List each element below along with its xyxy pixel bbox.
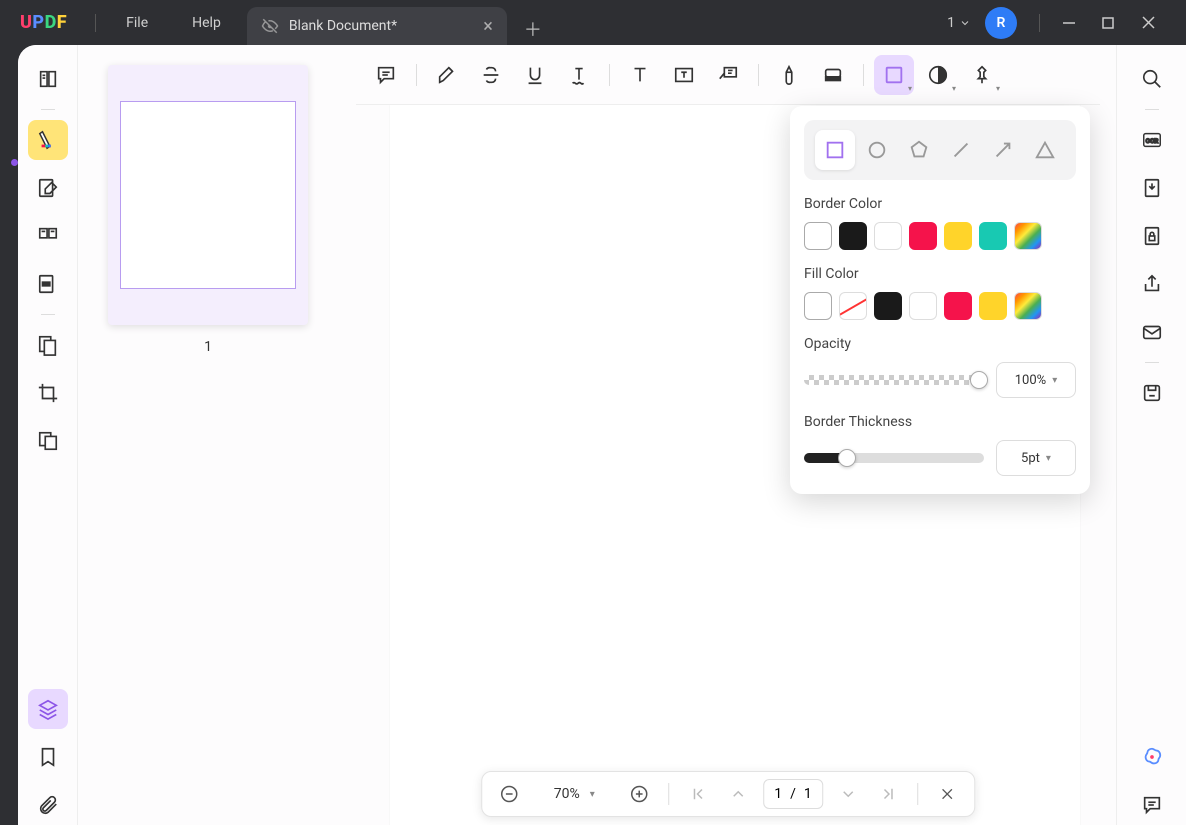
shape-arrow[interactable] — [983, 130, 1023, 170]
zoom-out-button[interactable] — [494, 779, 524, 809]
thickness-slider[interactable] — [804, 453, 984, 463]
eraser-tool[interactable] — [813, 55, 853, 95]
right-toolbar: OCR — [1116, 45, 1186, 825]
textbox-tool[interactable] — [664, 55, 704, 95]
fill-color-none[interactable] — [839, 292, 867, 320]
page-navigation-bar: 70%▾ 1 / 1 — [481, 771, 975, 817]
stamp-tool[interactable]: ▾ — [918, 55, 958, 95]
shape-rectangle[interactable] — [815, 130, 855, 170]
border-color-black[interactable] — [839, 222, 867, 250]
squiggly-tool[interactable] — [559, 55, 599, 95]
window-count[interactable]: 1 — [947, 15, 971, 31]
new-tab-button[interactable]: ＋ — [517, 13, 549, 45]
comment-mode-button[interactable] — [28, 120, 68, 160]
window-close-button[interactable] — [1142, 16, 1168, 29]
shape-tool[interactable]: ▾ — [874, 55, 914, 95]
save-button[interactable] — [1132, 373, 1172, 413]
menu-help[interactable]: Help — [170, 15, 243, 31]
organize-mode-button[interactable] — [28, 216, 68, 256]
thickness-value-dropdown[interactable]: 5pt▾ — [996, 440, 1076, 476]
text-tool[interactable] — [620, 55, 660, 95]
app-logo: UPDF — [0, 12, 87, 33]
attachment-button[interactable] — [28, 785, 68, 825]
opacity-label: Opacity — [804, 336, 1076, 352]
annotation-toolbar: ▾ ▾ ▾ — [356, 45, 1100, 105]
zoom-in-button[interactable] — [624, 779, 654, 809]
border-color-custom[interactable] — [1014, 222, 1042, 250]
page-number-input[interactable]: 1 / 1 — [763, 779, 823, 809]
pencil-tool[interactable] — [769, 55, 809, 95]
window-minimize-button[interactable] — [1062, 16, 1088, 30]
edit-mode-button[interactable] — [28, 168, 68, 208]
border-color-white[interactable] — [804, 222, 832, 250]
last-page-button[interactable] — [873, 779, 903, 809]
chevron-down-icon: ▾ — [908, 84, 912, 93]
fill-color-black[interactable] — [874, 292, 902, 320]
fill-color-white2[interactable] — [909, 292, 937, 320]
share-button[interactable] — [1132, 264, 1172, 304]
svg-text:OCR: OCR — [1145, 137, 1158, 145]
callout-tool[interactable] — [708, 55, 748, 95]
compare-button[interactable] — [28, 421, 68, 461]
crop-button[interactable] — [28, 373, 68, 413]
reader-mode-button[interactable] — [28, 59, 68, 99]
ocr-button[interactable]: OCR — [1132, 120, 1172, 160]
search-button[interactable] — [1132, 59, 1172, 99]
pin-tool[interactable]: ▾ — [962, 55, 1002, 95]
fill-color-swatches — [804, 292, 1076, 320]
redact-mode-button[interactable] — [28, 264, 68, 304]
convert-button[interactable] — [1132, 168, 1172, 208]
fill-color-label: Fill Color — [804, 266, 1076, 282]
protect-button[interactable] — [1132, 216, 1172, 256]
border-color-teal[interactable] — [979, 222, 1007, 250]
shape-triangle[interactable] — [1025, 130, 1065, 170]
first-page-button[interactable] — [683, 779, 713, 809]
shape-circle[interactable] — [857, 130, 897, 170]
strikethrough-tool[interactable] — [471, 55, 511, 95]
ai-button[interactable] — [1132, 737, 1172, 777]
email-button[interactable] — [1132, 312, 1172, 352]
page-thumbnail[interactable] — [108, 65, 308, 325]
window-maximize-button[interactable] — [1102, 17, 1128, 29]
fill-color-white[interactable] — [804, 292, 832, 320]
left-toolbar — [18, 45, 78, 825]
close-nav-button[interactable] — [932, 779, 962, 809]
user-avatar[interactable]: R — [985, 7, 1017, 39]
visibility-off-icon — [261, 17, 279, 35]
tab-title: Blank Document* — [289, 18, 397, 34]
fill-sign-button[interactable] — [28, 325, 68, 365]
active-mode-indicator — [11, 159, 18, 166]
bookmark-button[interactable] — [28, 737, 68, 777]
thickness-label: Border Thickness — [804, 414, 1076, 430]
zoom-level-dropdown[interactable]: 70%▾ — [534, 786, 614, 802]
fill-color-red[interactable] — [944, 292, 972, 320]
layers-button[interactable] — [28, 689, 68, 729]
border-color-red[interactable] — [909, 222, 937, 250]
prev-page-button[interactable] — [723, 779, 753, 809]
next-page-button[interactable] — [833, 779, 863, 809]
underline-tool[interactable] — [515, 55, 555, 95]
thumbnail-panel: 1 — [78, 45, 338, 825]
tab-close-button[interactable]: × — [483, 16, 493, 37]
shape-properties-panel: Border Color Fill Color Opacity 100%▾ Bo… — [790, 106, 1090, 494]
document-tab[interactable]: Blank Document* × — [247, 7, 507, 45]
border-color-yellow[interactable] — [944, 222, 972, 250]
border-color-white2[interactable] — [874, 222, 902, 250]
border-color-label: Border Color — [804, 196, 1076, 212]
fill-color-yellow[interactable] — [979, 292, 1007, 320]
fill-color-custom[interactable] — [1014, 292, 1042, 320]
note-tool[interactable] — [366, 55, 406, 95]
highlight-tool[interactable] — [427, 55, 467, 95]
comments-panel-button[interactable] — [1132, 785, 1172, 825]
shape-type-selector — [804, 120, 1076, 180]
shape-line[interactable] — [941, 130, 981, 170]
border-color-swatches — [804, 222, 1076, 250]
thumbnail-page-number: 1 — [78, 339, 338, 355]
titlebar: UPDF File Help Blank Document* × ＋ 1 R — [0, 0, 1186, 45]
opacity-value-dropdown[interactable]: 100%▾ — [996, 362, 1076, 398]
shape-pentagon[interactable] — [899, 130, 939, 170]
menu-file[interactable]: File — [104, 15, 170, 31]
opacity-slider[interactable] — [804, 375, 984, 385]
